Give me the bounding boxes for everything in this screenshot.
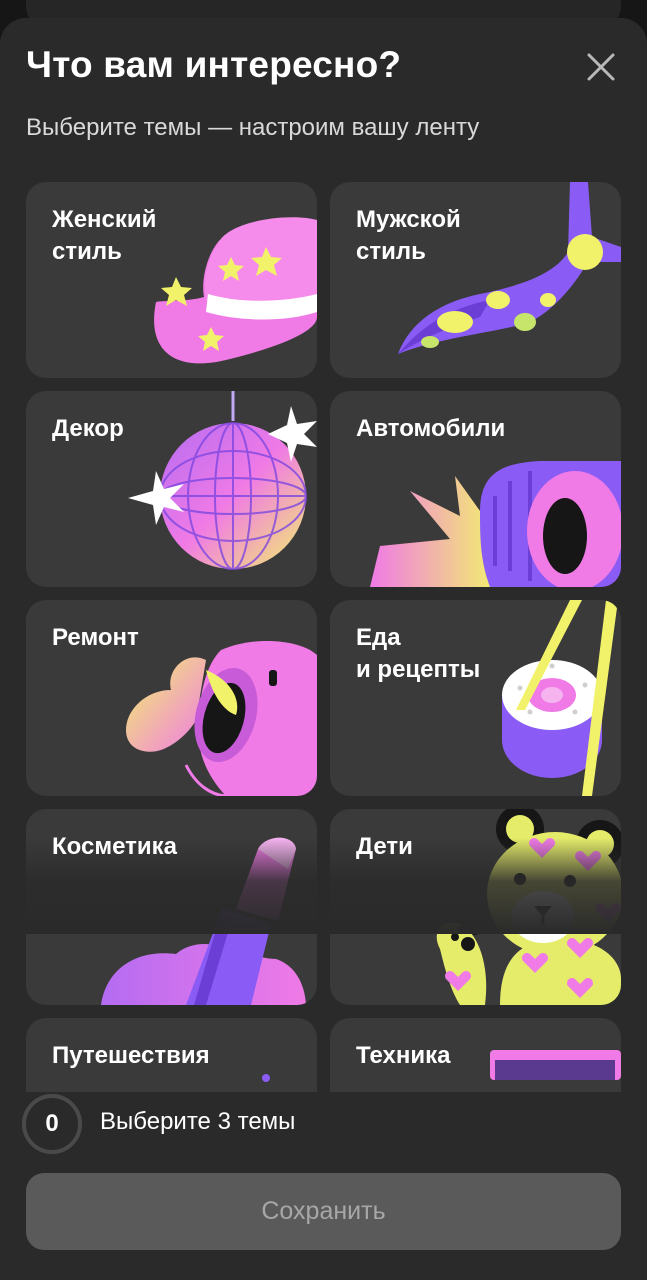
topic-card-food[interactable]: Еда и рецепты — [330, 600, 621, 796]
page-subtitle: Выберите темы — настроим вашу ленту — [26, 114, 480, 141]
topics-bottom-sheet: Что вам интересно? Выберите темы — настр… — [0, 18, 647, 1280]
topic-card-travel[interactable]: Путешествия — [26, 1018, 317, 1092]
topic-label: Путешествия — [52, 1042, 210, 1069]
topic-label: Женский стиль — [52, 206, 157, 265]
topics-grid: Женский стиль Мужской стиль Декор Автомо… — [0, 182, 647, 1092]
topic-label: Ремонт — [52, 624, 139, 651]
topic-card-cosmetics[interactable]: Косметика — [26, 809, 317, 1005]
topic-card-cars[interactable]: Автомобили — [330, 391, 621, 587]
topic-label: Автомобили — [356, 415, 506, 442]
topic-label: Мужской стиль — [356, 206, 461, 265]
topic-label: Техника — [356, 1042, 451, 1069]
topic-card-electronics[interactable]: Техника — [330, 1018, 621, 1092]
topic-card-womens-style[interactable]: Женский стиль — [26, 182, 317, 378]
selection-counter: 0 Выберите 3 темы — [22, 1094, 622, 1154]
topic-card-renovation[interactable]: Ремонт — [26, 600, 317, 796]
topic-card-kids[interactable]: Дети — [330, 809, 621, 1005]
close-button[interactable] — [578, 44, 624, 90]
topic-label: Еда и рецепты — [356, 624, 481, 683]
close-icon — [587, 53, 615, 81]
selected-count-badge: 0 — [22, 1094, 82, 1154]
topic-label: Дети — [356, 833, 413, 860]
topic-card-mens-style[interactable]: Мужской стиль — [330, 182, 621, 378]
topic-label: Декор — [52, 415, 124, 442]
selection-hint: Выберите 3 темы — [100, 1108, 296, 1135]
page-title: Что вам интересно? — [26, 44, 402, 85]
save-button[interactable]: Сохранить — [26, 1173, 621, 1250]
topic-card-decor[interactable]: Декор — [26, 391, 317, 587]
topic-label: Косметика — [52, 833, 177, 860]
